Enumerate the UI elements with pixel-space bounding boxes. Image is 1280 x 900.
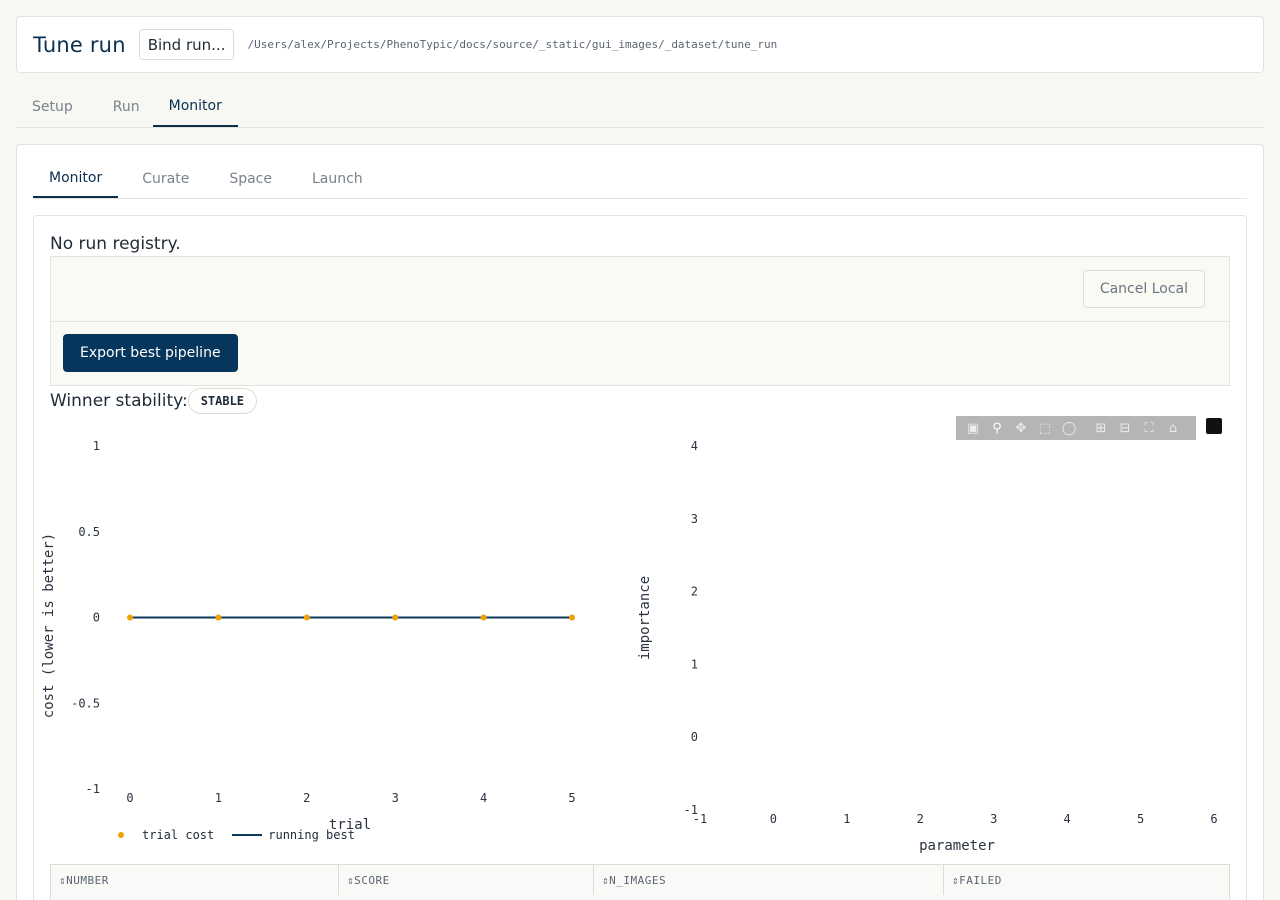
bind-run-button[interactable]: Bind run... <box>138 29 235 60</box>
x-tick-label: -1 <box>693 812 707 826</box>
x-tick-label: 2 <box>303 791 310 805</box>
x-tick-label: 3 <box>990 812 997 826</box>
inner-tab-space[interactable]: Space <box>205 159 288 198</box>
inner-tab-monitor[interactable]: Monitor <box>33 159 119 198</box>
control-bar: Cancel Local <box>50 256 1230 322</box>
column-header-score[interactable]: ⇕SCORE <box>339 865 594 895</box>
winner-stability: Winner stability: STABLE <box>50 388 258 414</box>
cost-chart: 10.50-0.5-10 1 2 3 4 5trialcost (lower is bet… <box>41 439 576 833</box>
trial-cost-point[interactable] <box>303 614 310 621</box>
status-badge: STABLE <box>187 388 258 414</box>
monitor-panel: Monitor Curate Space Launch No run regis… <box>16 144 1264 900</box>
y-tick-label: 3 <box>691 512 698 526</box>
x-tick-label: 2 <box>917 812 924 826</box>
inner-tab-launch[interactable]: Launch <box>288 159 379 198</box>
cost-chart-legend: trial cost running best <box>118 828 355 842</box>
cancel-local-button[interactable]: Cancel Local <box>1082 270 1205 308</box>
y-tick-label: -0.5 <box>71 696 100 710</box>
trial-cost-point[interactable] <box>480 614 487 621</box>
x-tick-label: 5 <box>568 791 575 805</box>
y-tick-label: 1 <box>691 657 698 671</box>
export-best-pipeline-button[interactable]: Export best pipeline <box>63 334 238 372</box>
top-tab-bar: Setup Run Monitor <box>16 86 1264 128</box>
legend-running-best-line <box>232 834 263 836</box>
y-tick-label: 4 <box>691 439 698 453</box>
x-tick-label: 0 <box>770 812 777 826</box>
run-path: /Users/alex/Projects/PhenoTypic/docs/sou… <box>247 38 778 51</box>
trial-cost-point[interactable] <box>215 614 222 621</box>
importance-chart: 43210-1-1 0 1 2 3 4 5 6parameterimportance <box>637 439 1218 854</box>
y-tick-label: 1 <box>93 439 100 453</box>
trials-table: ⇕NUMBER ⇕SCORE ⇕N_IMAGES ⇕FAILED <box>50 864 1230 900</box>
charts-area: 10.50-0.5-10 1 2 3 4 5trialcost (lower is bet… <box>41 439 1218 854</box>
y-tick-label: 2 <box>691 585 698 599</box>
y-tick-label: -1 <box>86 782 100 796</box>
y-tick-label: 0.5 <box>78 525 100 539</box>
legend-trial-cost-marker <box>118 832 124 838</box>
page-header: Tune run Bind run... /Users/alex/Project… <box>16 16 1264 73</box>
inner-tab-bar: Monitor Curate Space Launch <box>33 159 1247 199</box>
x-tick-label: 4 <box>480 791 487 805</box>
x-tick-label: 4 <box>1064 812 1071 826</box>
x-tick-label: 6 <box>1210 812 1217 826</box>
page-title: Tune run <box>33 32 126 57</box>
x-tick-label: 1 <box>215 791 222 805</box>
trial-cost-point[interactable] <box>569 614 575 621</box>
tab-setup[interactable]: Setup <box>16 86 89 127</box>
column-header-number[interactable]: ⇕NUMBER <box>51 865 339 895</box>
trial-cost-point[interactable] <box>127 614 133 621</box>
x-tick-label: 1 <box>843 812 850 826</box>
x-tick-label: 5 <box>1137 812 1144 826</box>
x-tick-label: 3 <box>392 791 399 805</box>
legend-trial-cost-label: trial cost <box>142 828 215 842</box>
status-message: No run registry. <box>50 234 181 254</box>
y-tick-label: 0 <box>691 730 698 744</box>
stability-label: Winner stability: <box>50 391 188 411</box>
tab-run[interactable]: Run <box>89 86 153 127</box>
y-axis-label: cost (lower is better) <box>41 533 57 718</box>
x-axis-label: parameter <box>919 838 995 854</box>
legend-running-best-label: running best <box>268 828 355 842</box>
tab-monitor[interactable]: Monitor <box>152 86 238 127</box>
y-tick-label: 0 <box>93 611 100 625</box>
inner-tab-curate[interactable]: Curate <box>118 159 205 198</box>
trial-cost-point[interactable] <box>392 614 399 621</box>
export-bar: Export best pipeline <box>50 322 1230 386</box>
y-axis-label: importance <box>637 576 653 660</box>
x-tick-label: 0 <box>126 791 133 805</box>
monitor-content: No run registry. Cancel Local Export bes… <box>33 215 1247 900</box>
column-header-n-images[interactable]: ⇕N_IMAGES <box>594 865 944 895</box>
column-header-failed[interactable]: ⇕FAILED <box>944 865 1229 895</box>
